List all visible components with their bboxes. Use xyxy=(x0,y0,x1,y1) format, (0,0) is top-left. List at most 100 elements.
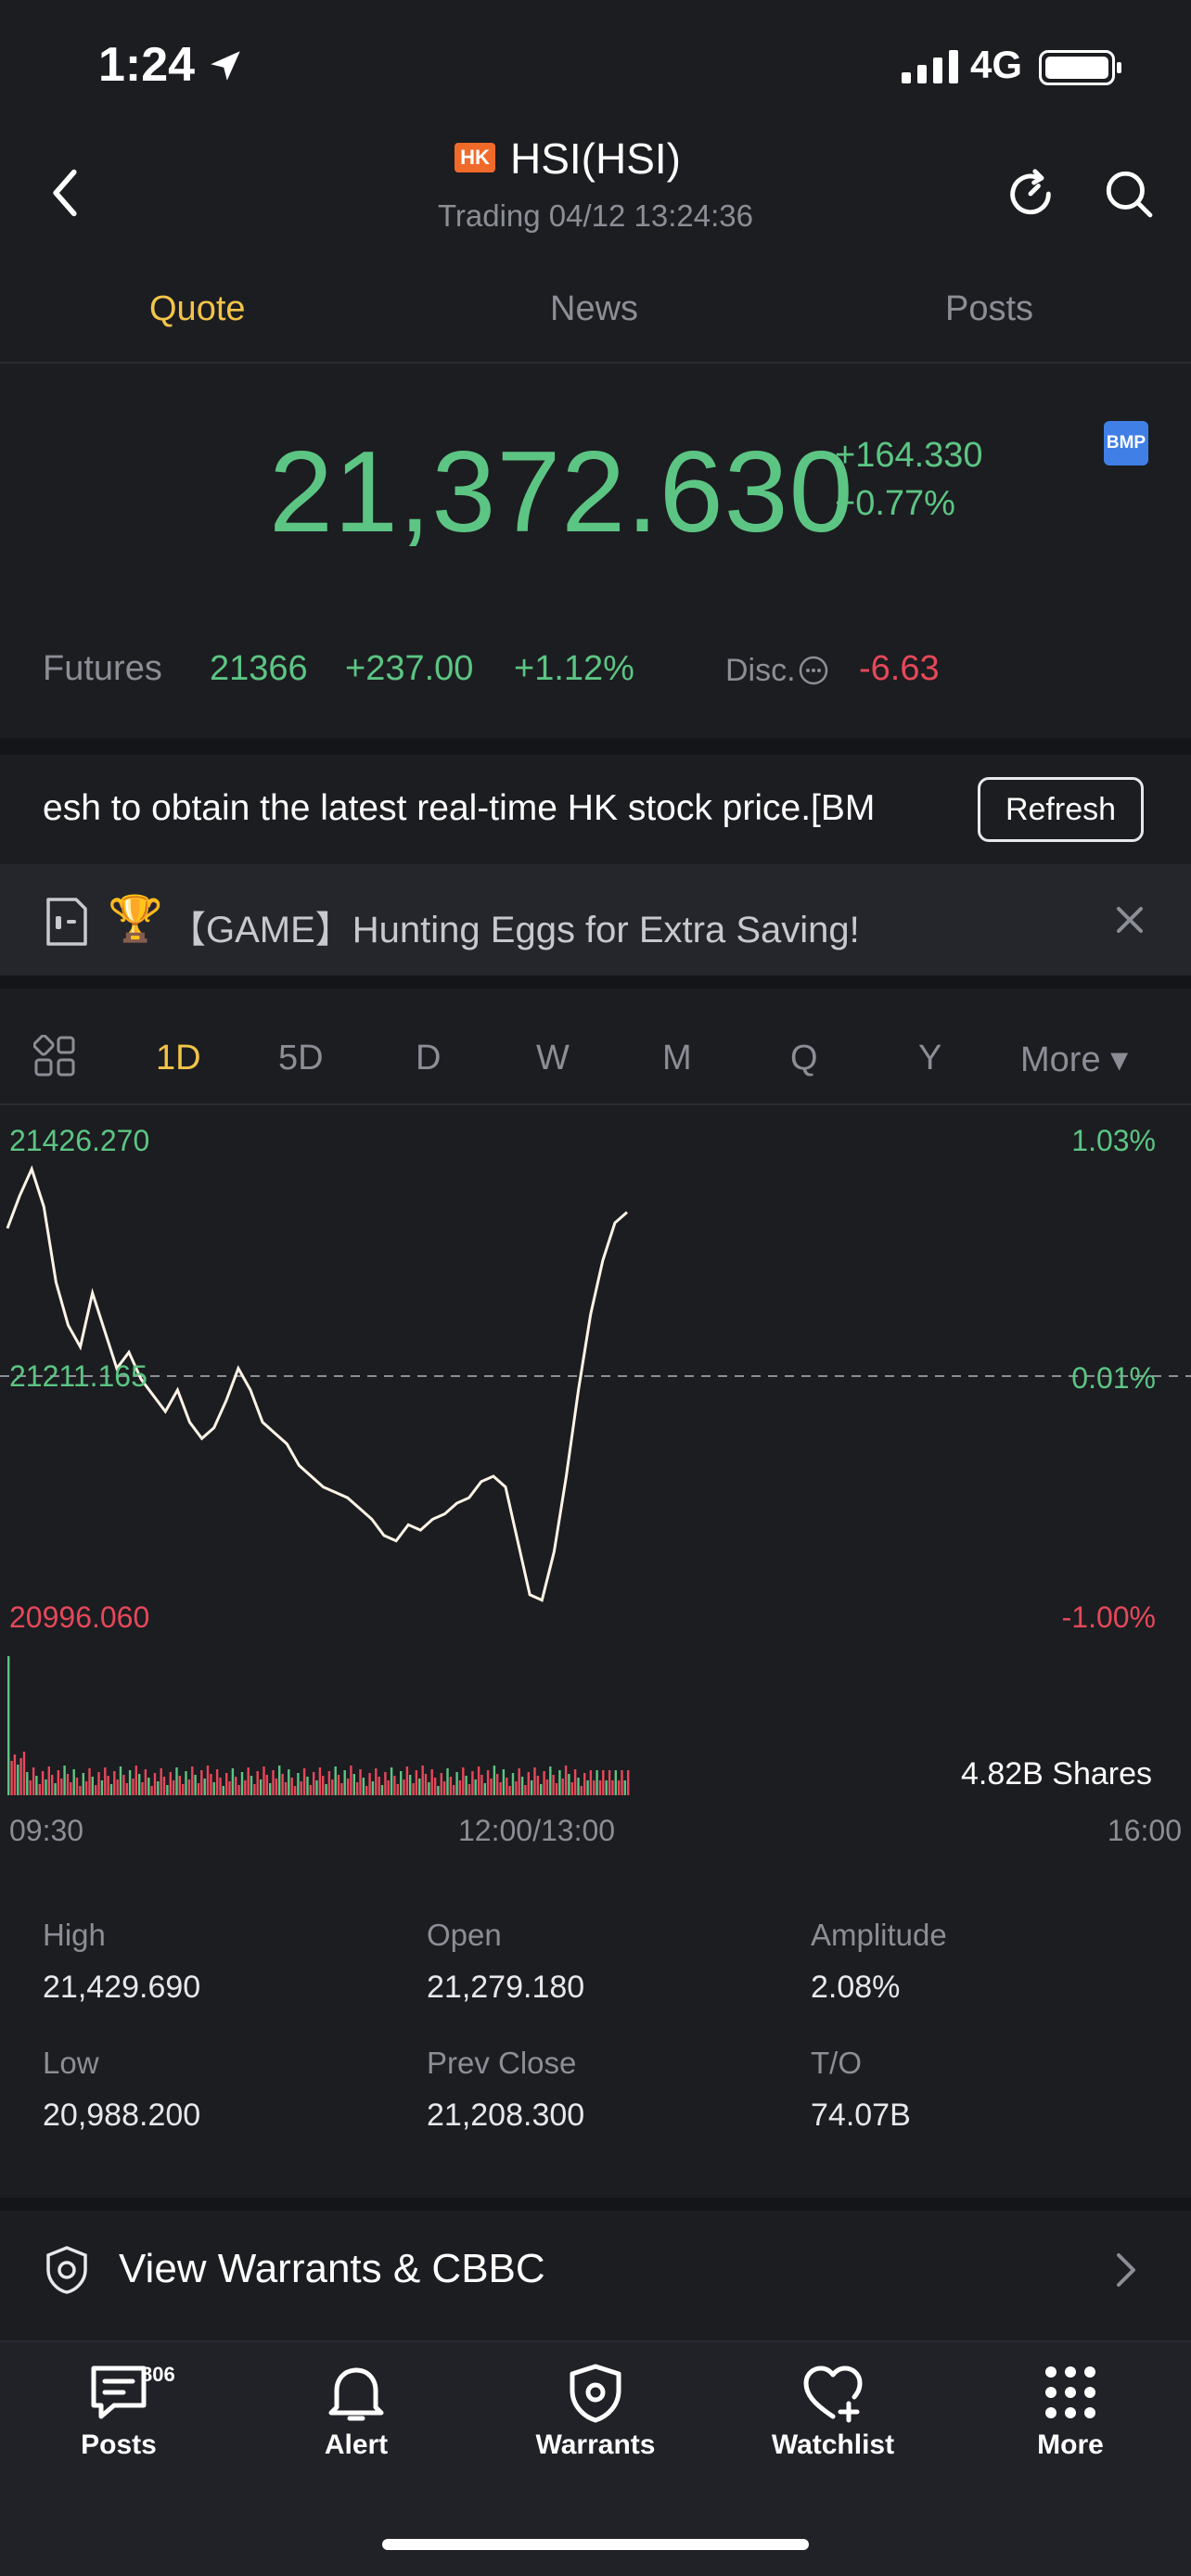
volume-bar xyxy=(70,1782,72,1795)
volume-bar xyxy=(502,1769,506,1795)
bmp-badge[interactable]: BMP xyxy=(1104,421,1148,465)
volume-bar xyxy=(200,1770,203,1795)
stat-prevclose-label: Prev Close xyxy=(427,2046,577,2080)
volume-bar xyxy=(467,1784,471,1795)
tab-news[interactable]: News xyxy=(550,289,638,329)
volume-bar xyxy=(530,1780,533,1795)
volume-bar xyxy=(334,1766,337,1795)
volume-bar xyxy=(284,1782,288,1795)
last-price: 21,372.630 xyxy=(269,428,854,556)
period-year[interactable]: Y xyxy=(918,1039,941,1078)
warrants-label[interactable]: View Warrants & CBBC xyxy=(119,2246,545,2292)
volume-bar xyxy=(545,1779,549,1795)
nav-more[interactable]: More xyxy=(978,2363,1163,2461)
info-dots-icon[interactable] xyxy=(798,655,829,686)
y-mid-label: 21211.165 xyxy=(9,1359,147,1393)
volume-bar xyxy=(393,1776,396,1795)
nav-watchlist[interactable]: Watchlist xyxy=(740,2363,926,2461)
x-mid-label: 12:00/13:00 xyxy=(458,1814,616,1847)
volume-bar xyxy=(63,1766,66,1795)
volume-bar xyxy=(350,1766,352,1795)
ticker-title: HSI(HSI) xyxy=(510,134,681,183)
volume-bar xyxy=(378,1777,380,1795)
chevron-right-icon[interactable] xyxy=(1113,2250,1139,2290)
refresh-button[interactable]: Refresh xyxy=(978,777,1144,842)
volume-bar xyxy=(533,1767,536,1795)
section-gap xyxy=(0,738,1191,755)
period-more[interactable]: More ▾ xyxy=(1020,1039,1128,1080)
close-icon[interactable] xyxy=(1111,901,1148,938)
volume-bar xyxy=(128,1770,132,1795)
volume-bar xyxy=(602,1770,605,1795)
pct-low-label: -1.00% xyxy=(1061,1600,1156,1634)
volume-bar xyxy=(231,1768,235,1795)
volume-bar xyxy=(409,1775,412,1795)
volume-bar xyxy=(187,1779,191,1795)
volume-bar xyxy=(508,1786,511,1795)
period-quarter[interactable]: Q xyxy=(790,1039,818,1078)
volume-bar xyxy=(465,1776,467,1795)
volume-bar xyxy=(327,1771,331,1795)
nav-posts[interactable]: 806 Posts xyxy=(26,2363,211,2461)
volume-bar xyxy=(54,1783,57,1795)
volume-bar xyxy=(558,1770,561,1795)
volume-bar xyxy=(138,1774,141,1795)
volume-bar xyxy=(275,1779,278,1795)
volume-bar xyxy=(119,1766,122,1795)
volume-bar xyxy=(141,1782,144,1795)
volume-bar xyxy=(153,1773,157,1795)
volume-bar xyxy=(79,1786,82,1795)
volume-bar xyxy=(586,1780,589,1795)
stat-amplitude-value: 2.08% xyxy=(811,1970,901,2005)
stat-prevclose-value: 21,208.300 xyxy=(427,2098,585,2133)
promo-text[interactable]: 【GAME】Hunting Eggs for Extra Saving! xyxy=(169,899,860,953)
volume-bar xyxy=(400,1771,403,1795)
volume-bar xyxy=(281,1774,284,1795)
volume-bar xyxy=(263,1766,265,1795)
volume-bar xyxy=(375,1768,378,1795)
volume-bar xyxy=(17,1765,19,1795)
volume-bar xyxy=(160,1768,162,1795)
stat-turnover-label: T/O xyxy=(811,2046,862,2080)
volume-bar xyxy=(621,1770,623,1795)
volume-bar xyxy=(178,1776,181,1795)
volume-bar xyxy=(302,1768,306,1795)
volume-bar xyxy=(593,1780,596,1795)
layout-grid-icon[interactable] xyxy=(33,1035,76,1078)
volume-bars xyxy=(7,1656,630,1795)
nav-warrants[interactable]: Warrants xyxy=(503,2363,688,2461)
volume-bar xyxy=(175,1767,178,1795)
pct-high-label: 1.03% xyxy=(1071,1124,1156,1157)
period-week[interactable]: W xyxy=(536,1039,570,1078)
refresh-icon[interactable] xyxy=(1004,167,1057,221)
volume-bar xyxy=(250,1776,253,1795)
realtime-notice: esh to obtain the latest real-time HK st… xyxy=(43,788,876,828)
volume-bar xyxy=(589,1770,593,1795)
nav-alert[interactable]: Alert xyxy=(263,2363,449,2461)
volume-bar xyxy=(455,1772,458,1795)
volume-bar xyxy=(297,1773,300,1795)
volume-bar xyxy=(340,1783,343,1795)
volume-bar xyxy=(405,1766,409,1795)
tab-quote[interactable]: Quote xyxy=(149,289,246,329)
stat-high-value: 21,429.690 xyxy=(43,1970,201,2005)
volume-bar xyxy=(150,1786,153,1795)
volume-bar xyxy=(396,1784,399,1795)
period-5d[interactable]: 5D xyxy=(278,1039,324,1078)
volume-bar xyxy=(104,1767,107,1795)
volume-bar xyxy=(147,1778,150,1795)
period-day[interactable]: D xyxy=(416,1039,441,1078)
volume-bar xyxy=(412,1783,415,1795)
intraday-chart[interactable] xyxy=(0,1113,1191,1855)
stat-amplitude-label: Amplitude xyxy=(811,1918,947,1952)
disc-label: Disc. xyxy=(725,653,796,688)
period-month[interactable]: M xyxy=(662,1039,692,1078)
volume-bar xyxy=(315,1780,318,1795)
volume-bar xyxy=(19,1758,22,1795)
volume-bar xyxy=(570,1782,573,1795)
volume-bar xyxy=(564,1766,568,1795)
search-icon[interactable] xyxy=(1102,167,1156,221)
market-badge: HK xyxy=(455,143,495,172)
tab-posts[interactable]: Posts xyxy=(945,289,1033,329)
period-1d[interactable]: 1D xyxy=(156,1039,201,1078)
